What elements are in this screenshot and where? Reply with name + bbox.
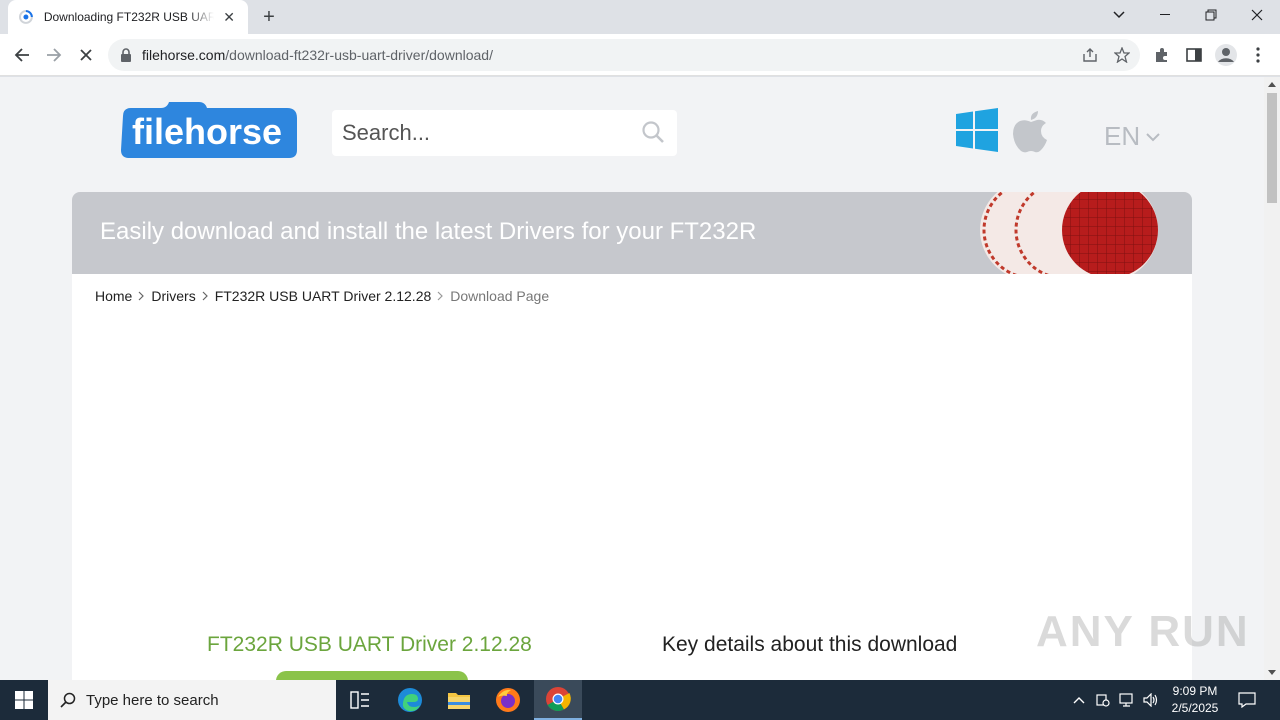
anyrun-watermark: ANY RUN: [1036, 607, 1250, 656]
back-button[interactable]: [8, 41, 36, 69]
language-selector[interactable]: EN: [1104, 121, 1160, 152]
filehorse-logo[interactable]: filehorse: [119, 102, 299, 158]
close-window-button[interactable]: [1234, 0, 1280, 30]
address-bar[interactable]: filehorse.com/download-ft232r-usb-uart-d…: [108, 39, 1140, 71]
language-label: EN: [1104, 121, 1141, 151]
chevron-right-icon: [437, 291, 444, 301]
key-details-heading: Key details about this download: [662, 633, 958, 656]
breadcrumb-product[interactable]: FT232R USB UART Driver 2.12.28: [215, 288, 432, 304]
network-icon[interactable]: [1116, 680, 1138, 720]
tab-title: Downloading FT232R USB UART Driver: [43, 10, 215, 24]
loading-spinner-icon: [18, 10, 33, 24]
search-icon: [60, 692, 76, 708]
forward-button[interactable]: [40, 41, 68, 69]
tray-overflow-chevron-icon[interactable]: [1068, 680, 1090, 720]
volume-icon[interactable]: [1140, 680, 1162, 720]
site-search-box[interactable]: [332, 110, 677, 156]
scrollbar-thumb[interactable]: [1267, 93, 1277, 203]
browser-toolbar: filehorse.com/download-ft232r-usb-uart-d…: [0, 34, 1280, 76]
scroll-down-arrow-icon[interactable]: [1268, 670, 1276, 675]
breadcrumb-home[interactable]: Home: [95, 288, 132, 304]
file-explorer-icon[interactable]: [435, 680, 483, 720]
chrome-menu-icon[interactable]: [1244, 41, 1272, 69]
windows-icon[interactable]: [956, 108, 998, 154]
taskbar-search-box[interactable]: Type here to search: [48, 680, 336, 720]
search-icon[interactable]: [641, 120, 665, 144]
chip-wafer-illustration: [980, 192, 1158, 274]
tab-search-chevron-icon[interactable]: [1096, 0, 1142, 30]
url-text: filehorse.com/download-ft232r-usb-uart-d…: [142, 47, 493, 63]
new-tab-button[interactable]: +: [258, 6, 280, 28]
product-title: FT232R USB UART Driver 2.12.28: [207, 633, 532, 656]
task-view-icon[interactable]: [336, 680, 384, 720]
taskbar-clock[interactable]: 9:09 PM 2/5/2025: [1160, 683, 1230, 717]
url-domain: filehorse.com: [142, 47, 226, 63]
clock-date: 2/5/2025: [1171, 701, 1219, 715]
browser-tab[interactable]: Downloading FT232R USB UART Driver ✕: [8, 0, 248, 34]
scroll-up-arrow-icon[interactable]: [1268, 82, 1276, 87]
site-search-input[interactable]: [342, 120, 632, 146]
breadcrumb-current: Download Page: [450, 288, 550, 304]
minimize-button[interactable]: [1142, 0, 1188, 30]
stop-loading-button[interactable]: [72, 41, 100, 69]
restore-button[interactable]: [1188, 0, 1234, 30]
breadcrumb: Home Drivers FT232R USB UART Driver 2.12…: [95, 288, 549, 304]
side-panel-icon[interactable]: [1180, 41, 1208, 69]
page-viewport: filehorse EN Easily download and install…: [0, 77, 1264, 680]
extensions-puzzle-icon[interactable]: [1148, 41, 1176, 69]
tab-strip: Downloading FT232R USB UART Driver ✕ +: [0, 0, 1280, 34]
content-card: Home Drivers FT232R USB UART Driver 2.12…: [72, 274, 1192, 680]
firefox-icon[interactable]: [484, 680, 532, 720]
tab-close-icon[interactable]: ✕: [220, 8, 238, 26]
lock-icon: [121, 48, 131, 62]
start-button[interactable]: [0, 680, 48, 720]
onedrive-sync-icon[interactable]: [1092, 680, 1114, 720]
edge-browser-icon[interactable]: [386, 680, 434, 720]
url-path: /download-ft232r-usb-uart-driver/downloa…: [225, 47, 493, 63]
share-icon[interactable]: [1082, 48, 1098, 62]
apple-icon[interactable]: [1012, 107, 1050, 153]
banner-text: Easily download and install the latest D…: [100, 218, 757, 245]
page-scrollbar[interactable]: [1264, 77, 1280, 680]
bookmark-star-icon[interactable]: [1114, 47, 1130, 63]
breadcrumb-drivers[interactable]: Drivers: [151, 288, 195, 304]
windows-start-icon: [15, 691, 33, 709]
chrome-icon[interactable]: [534, 680, 582, 720]
chevron-down-icon: [1146, 132, 1160, 141]
notifications-icon[interactable]: [1232, 680, 1262, 720]
taskbar-search-placeholder: Type here to search: [86, 691, 219, 709]
chevron-right-icon: [138, 291, 145, 301]
chevron-right-icon: [202, 291, 208, 301]
profile-avatar-icon[interactable]: [1212, 41, 1240, 69]
clock-time: 9:09 PM: [1172, 684, 1218, 698]
logo-text: filehorse: [132, 111, 282, 152]
hero-banner: Easily download and install the latest D…: [72, 192, 1192, 274]
windows-taskbar: Type here to search 9:09 PM 2/5/2025: [0, 680, 1280, 720]
download-button[interactable]: [276, 671, 468, 680]
